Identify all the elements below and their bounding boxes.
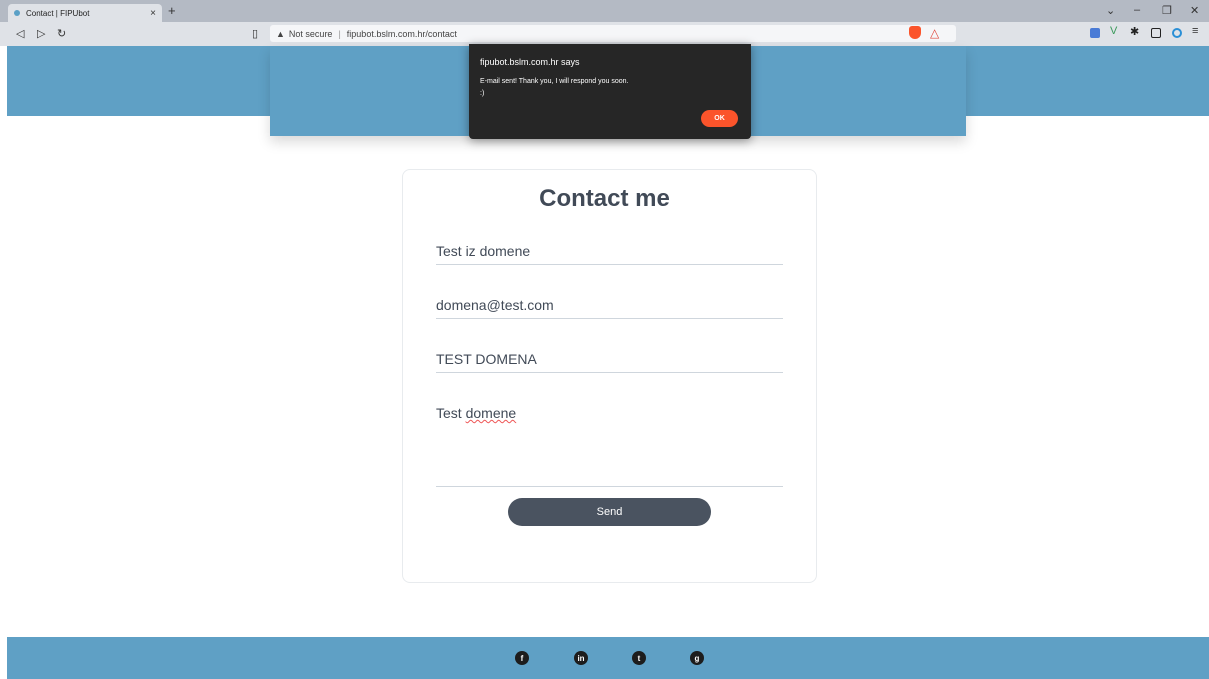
dialog-message: E-mail sent! Thank you, I will respond y… xyxy=(480,76,629,100)
dialog-message-line: E-mail sent! Thank you, I will respond y… xyxy=(480,78,629,85)
message-word-misspelled: domene xyxy=(465,405,517,421)
warning-icon: ▲ xyxy=(276,28,285,39)
github-icon[interactable]: g xyxy=(690,651,704,665)
restore-icon[interactable]: ❐ xyxy=(1162,4,1172,17)
favicon-icon xyxy=(14,10,20,16)
browser-toolbar: ◁ ▷ ↻ ▯ ▲ Not secure | fipubot.bslm.com.… xyxy=(0,22,1209,46)
bookmark-icon[interactable]: ▯ xyxy=(252,27,258,40)
browser-tab-bar: Contact | FIPUbot × + ⌄ – ❐ ✕ xyxy=(0,0,1209,22)
brave-shield-icon[interactable] xyxy=(909,26,921,39)
linkedin-icon[interactable]: in xyxy=(574,651,588,665)
page-footer xyxy=(7,637,1209,679)
dialog-title: fipubot.bslm.com.hr says xyxy=(480,57,580,67)
new-tab-button[interactable]: + xyxy=(168,3,176,18)
back-icon[interactable]: ◁ xyxy=(16,27,24,40)
tab-close-icon[interactable]: × xyxy=(150,8,156,19)
vue-extension-icon[interactable]: V xyxy=(1110,25,1120,37)
message-field[interactable]: Test domene xyxy=(436,405,783,487)
ok-button[interactable]: OK xyxy=(701,110,738,127)
message-word: Test xyxy=(436,405,462,421)
send-button[interactable]: Send xyxy=(508,498,711,526)
subject-field[interactable]: TEST DOMENA xyxy=(436,351,783,373)
tab-title: Contact | FIPUbot xyxy=(26,8,90,18)
profile-icon[interactable] xyxy=(1172,28,1182,38)
extension-icon[interactable]: ✱ xyxy=(1130,25,1140,38)
brave-rewards-icon[interactable]: △ xyxy=(930,26,939,40)
menu-icon[interactable]: ≡ xyxy=(1192,25,1202,37)
reload-icon[interactable]: ↻ xyxy=(57,27,66,40)
url-separator: | xyxy=(338,28,341,39)
page-title: Contact me xyxy=(539,185,670,212)
name-field[interactable]: Test iz domene xyxy=(436,243,783,265)
window-close-icon[interactable]: ✕ xyxy=(1190,4,1199,17)
wallet-icon[interactable] xyxy=(1151,28,1161,38)
tab-search-icon[interactable]: ⌄ xyxy=(1106,4,1115,17)
minimize-icon[interactable]: – xyxy=(1134,4,1140,16)
translate-extension-icon[interactable] xyxy=(1090,28,1100,38)
forward-icon[interactable]: ▷ xyxy=(37,27,45,40)
url-text: fipubot.bslm.com.hr/contact xyxy=(346,28,457,39)
browser-tab[interactable]: Contact | FIPUbot × xyxy=(8,4,162,22)
facebook-icon[interactable]: f xyxy=(515,651,529,665)
security-label: Not secure xyxy=(288,28,333,39)
twitter-icon[interactable]: t xyxy=(632,651,646,665)
email-field[interactable]: domena@test.com xyxy=(436,297,783,319)
alert-dialog: fipubot.bslm.com.hr says E-mail sent! Th… xyxy=(469,44,751,139)
dialog-message-line: :) xyxy=(480,90,485,97)
address-bar[interactable]: ▲ Not secure | fipubot.bslm.com.hr/conta… xyxy=(270,25,956,42)
